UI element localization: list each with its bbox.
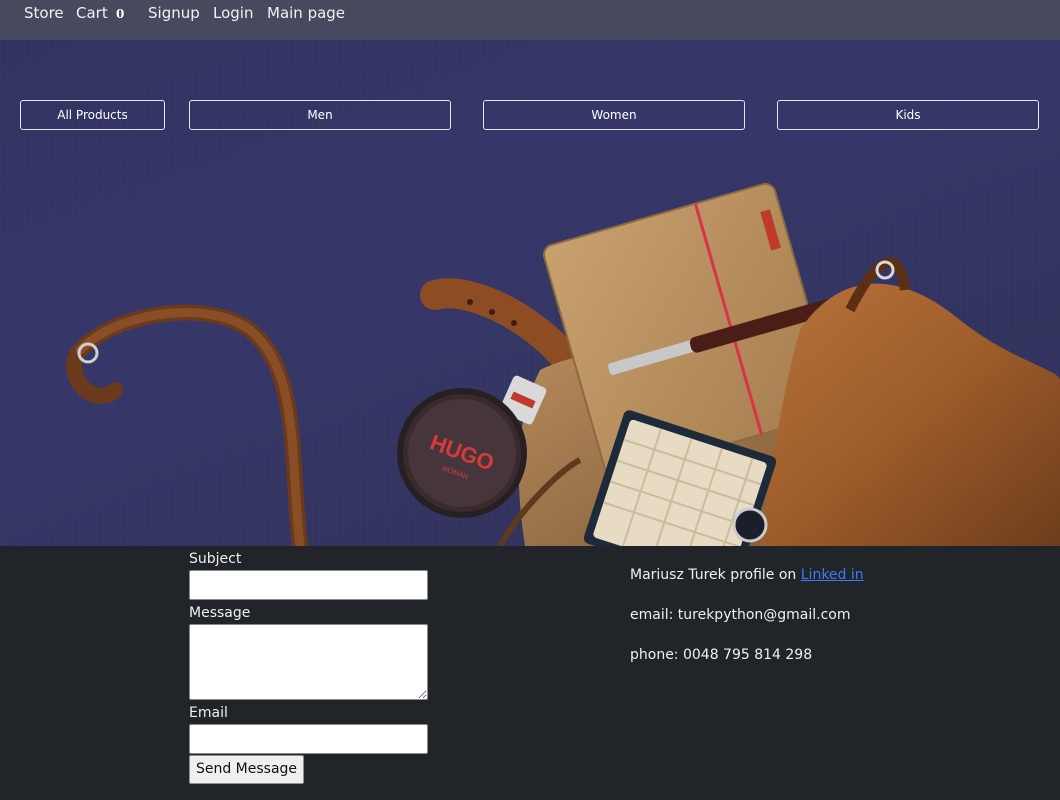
email-label: Email [189, 705, 228, 721]
men-button[interactable]: Men [189, 100, 451, 130]
kids-button[interactable]: Kids [777, 100, 1039, 130]
phone-info-text: phone: 0048 795 814 298 [630, 647, 813, 663]
profile-prefix-text: Mariusz Turek profile on [630, 567, 801, 583]
linkedin-link[interactable]: Linked in [801, 567, 864, 583]
profile-line: Mariusz Turek profile on Linked in [630, 566, 864, 584]
top-navbar: Store Cart 0 Signup Login Main page [0, 0, 1060, 40]
women-button[interactable]: Women [483, 100, 745, 130]
send-message-button[interactable]: Send Message [189, 755, 304, 784]
hero-banner: HUGO WOMAN All Products Men Women Kids [0, 40, 1060, 546]
subject-input[interactable] [189, 570, 428, 600]
nav-login-link[interactable]: Login [213, 3, 253, 23]
email-info-text: email: turekpython@gmail.com [630, 607, 851, 623]
all-products-button[interactable]: All Products [20, 100, 165, 130]
message-textarea[interactable] [189, 624, 428, 700]
subject-label: Subject [189, 551, 242, 567]
nav-main-page-link[interactable]: Main page [267, 3, 345, 23]
nav-store-link[interactable]: Store [24, 3, 64, 23]
nav-signup-link[interactable]: Signup [148, 3, 200, 23]
message-label: Message [189, 605, 251, 621]
email-input[interactable] [189, 724, 428, 754]
nav-cart-link[interactable]: Cart [76, 3, 108, 23]
footer-section: Subject Message Email Send Message Mariu… [0, 546, 1060, 800]
cart-count-badge: 0 [116, 7, 125, 21]
